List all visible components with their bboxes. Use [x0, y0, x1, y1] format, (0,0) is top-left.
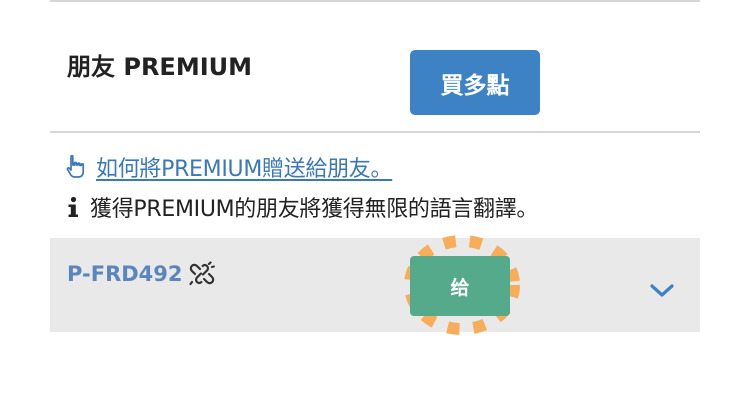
section-title: 朋友 PREMIUM	[67, 53, 253, 81]
premium-gift-page: 朋友 PREMIUM 買多點 如何將PREMIUM贈送給朋友。 獲得PREMIU…	[0, 0, 750, 400]
info-text: 獲得PREMIUM的朋友將獲得無限的語言翻譯。	[90, 197, 539, 222]
section-divider	[50, 131, 700, 133]
unlink-icon	[188, 261, 215, 286]
hand-pointer-icon	[66, 154, 85, 178]
gift-code-row: P-FRD492	[67, 258, 215, 290]
howto-gift-link[interactable]: 如何將PREMIUM贈送給朋友。	[96, 151, 393, 183]
give-button[interactable]: 给	[410, 256, 510, 316]
howto-row[interactable]: 如何將PREMIUM贈送給朋友。	[64, 151, 393, 183]
gift-code: P-FRD492	[67, 262, 183, 286]
buy-more-button[interactable]: 買多點	[410, 50, 540, 115]
chevron-down-icon[interactable]	[648, 276, 676, 304]
top-divider	[50, 0, 700, 2]
info-row: 獲得PREMIUM的朋友將獲得無限的語言翻譯。	[64, 191, 538, 223]
gift-code-panel: P-FRD492 给	[50, 235, 700, 335]
info-icon	[68, 196, 78, 217]
